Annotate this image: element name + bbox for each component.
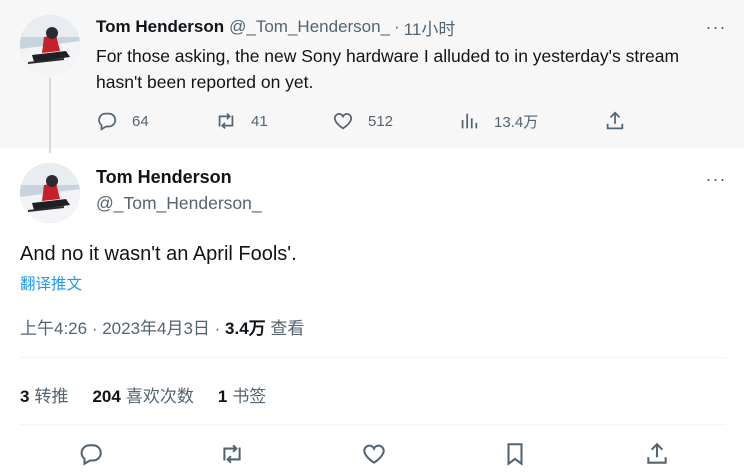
reply-count: 64 xyxy=(132,112,149,130)
retweet-button[interactable]: 41 xyxy=(215,109,268,133)
tweet-actions xyxy=(0,440,744,468)
tweet-stats: 3 转推 204 喜欢次数 1 书签 xyxy=(20,382,290,407)
tweet-meta: 上午4:26 · 2023年4月3日 · 3.4万 查看 xyxy=(20,314,304,339)
reply-icon xyxy=(98,112,117,131)
reply-button[interactable]: 64 xyxy=(96,109,149,133)
display-name[interactable]: Tom Henderson xyxy=(96,17,224,37)
like-icon xyxy=(363,444,385,464)
likes-count: 204 xyxy=(92,387,121,406)
parent-tweet-header: Tom Henderson @_Tom_Henderson_ · 11小时 xyxy=(96,15,456,40)
reply-button[interactable] xyxy=(77,440,105,468)
divider xyxy=(20,424,726,425)
like-button[interactable]: 512 xyxy=(332,109,393,133)
display-name[interactable]: Tom Henderson xyxy=(96,167,232,188)
retweet-icon xyxy=(218,113,234,129)
tweet-date[interactable]: 2023年4月3日 xyxy=(102,319,210,338)
views-count: 13.4万 xyxy=(494,113,539,131)
retweets-stat[interactable]: 3 转推 xyxy=(20,382,68,407)
views-label: 查看 xyxy=(265,319,305,338)
tweet-detail-page: Tom Henderson @_Tom_Henderson_ · 11小时 ··… xyxy=(0,0,744,474)
avatar-image xyxy=(20,15,80,75)
retweets-count: 3 xyxy=(20,387,30,406)
reply-icon xyxy=(80,444,102,466)
tweet-time[interactable]: 上午4:26 xyxy=(20,319,87,338)
user-handle[interactable]: @_Tom_Henderson_ xyxy=(229,17,390,37)
likes-label: 喜欢次数 xyxy=(125,387,194,406)
likes-stat[interactable]: 204 喜欢次数 xyxy=(92,382,193,407)
share-icon xyxy=(606,111,624,130)
parent-tweet[interactable]: Tom Henderson @_Tom_Henderson_ · 11小时 ··… xyxy=(0,0,744,153)
like-button[interactable] xyxy=(360,440,388,468)
bookmark-icon xyxy=(507,443,523,466)
separator-dot: · xyxy=(209,319,226,338)
separator-dot: · xyxy=(87,319,103,338)
parent-tweet-actions: 64 41 512 13.4万 xyxy=(96,109,636,133)
retweet-button[interactable] xyxy=(218,440,246,468)
retweets-label: 转推 xyxy=(34,387,69,406)
like-count: 512 xyxy=(368,112,394,130)
retweet-count: 41 xyxy=(251,112,268,130)
bookmark-button[interactable] xyxy=(501,440,529,468)
parent-tweet-text: For those asking, the new Sony hardware … xyxy=(96,46,680,92)
bookmarks-label: 书签 xyxy=(232,387,267,406)
avatar[interactable] xyxy=(20,163,80,223)
user-handle[interactable]: @_Tom_Henderson_ xyxy=(96,193,262,214)
share-button[interactable] xyxy=(604,109,626,133)
retweet-icon xyxy=(223,444,241,464)
separator-dot: · xyxy=(394,17,400,36)
avatar-image xyxy=(20,163,80,223)
avatar[interactable] xyxy=(20,15,80,75)
views-count: 3.4万 xyxy=(225,319,266,338)
more-icon[interactable]: ··· xyxy=(704,17,728,37)
share-button[interactable] xyxy=(643,440,671,468)
like-icon xyxy=(333,113,353,130)
thread-line xyxy=(49,78,51,153)
more-icon[interactable]: ··· xyxy=(704,169,728,189)
translate-tweet-link[interactable]: 翻译推文 xyxy=(20,272,82,294)
views-button[interactable]: 13.4万 xyxy=(458,109,538,133)
bookmarks-count: 1 xyxy=(217,387,228,406)
views-icon xyxy=(461,113,478,129)
divider xyxy=(20,357,726,358)
tweet-text: And no it wasn't an April Fools'. xyxy=(20,243,297,265)
tweet-time[interactable]: 11小时 xyxy=(404,15,456,40)
share-icon xyxy=(647,442,667,464)
bookmarks-stat[interactable]: 1 书签 xyxy=(218,382,266,407)
